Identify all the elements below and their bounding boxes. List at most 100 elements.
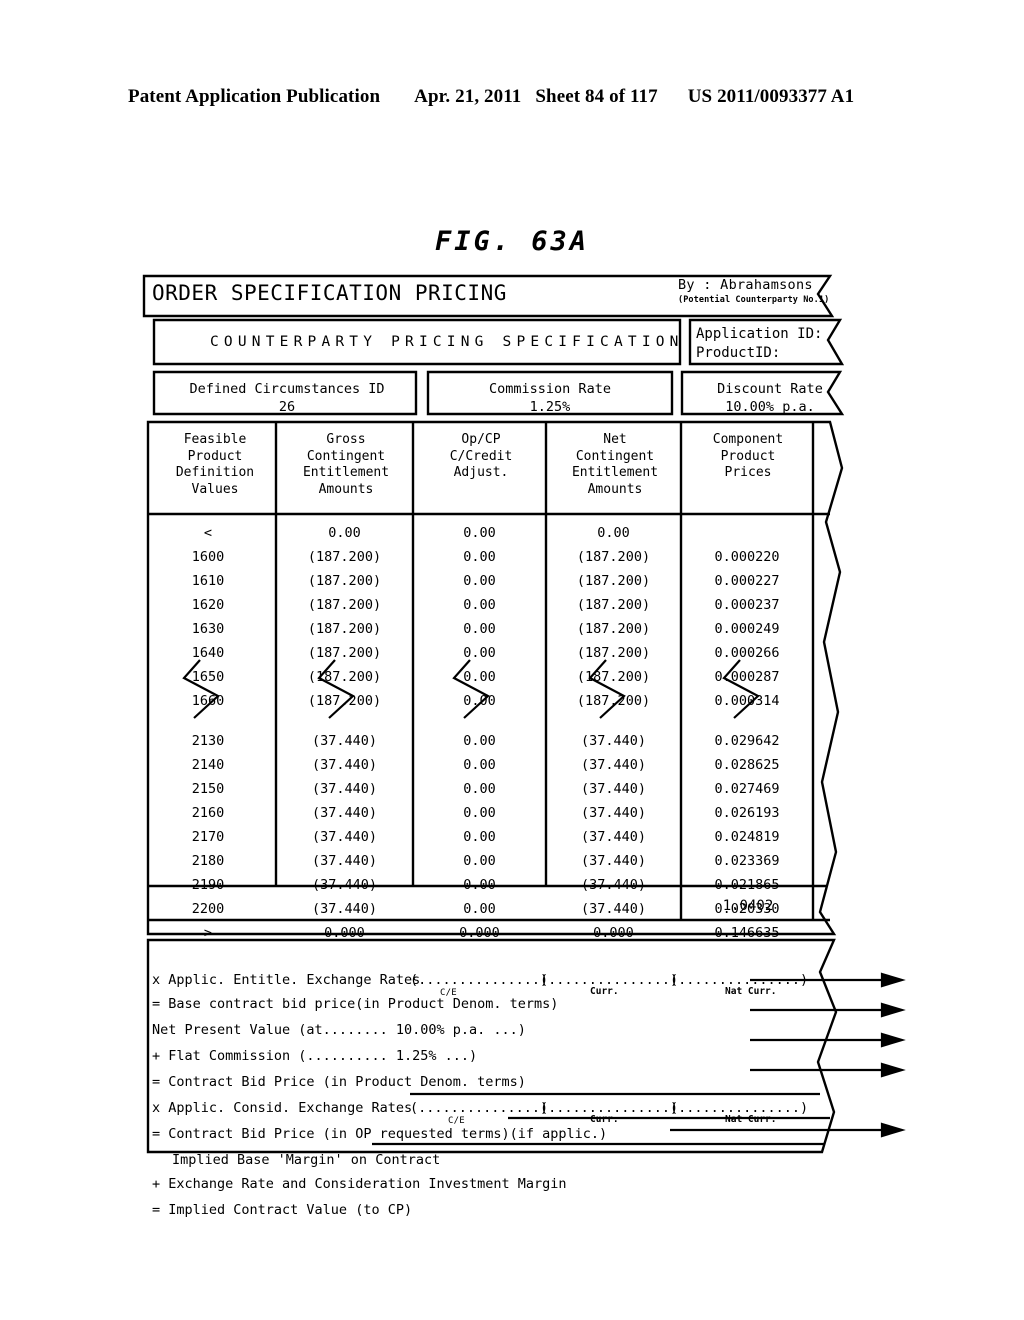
table-row: <0.00 0.00 0.00: [140, 521, 820, 545]
column-header-line: Op/CP: [461, 432, 501, 447]
discount-rate-field: Discount Rate 10.00% p.a.: [685, 380, 855, 416]
table-cell: 0.146635: [714, 925, 780, 941]
table-cell: 1640: [191, 645, 225, 661]
table-cell: 0.00: [463, 669, 496, 685]
table-cell: 1600: [191, 549, 225, 565]
commission-rate-label: Commission Rate: [489, 381, 611, 397]
table-row: 1620 (187.200) 0.00 (187.200) 0.000237: [140, 593, 820, 617]
table-cell: 1630: [191, 621, 225, 637]
application-id-label: Application ID:: [696, 326, 823, 342]
commission-rate-field: Commission Rate 1.25%: [430, 380, 670, 416]
column-header-line: Amounts: [587, 481, 643, 497]
table-rows-upper-block: <0.00 0.00 0.00 1600 (187.200) 0.00 (187.200) 0…: [140, 521, 820, 713]
table-cell: (37.440): [580, 733, 647, 749]
table-cell: (187.200): [576, 693, 651, 709]
column-header-line: Net: [603, 432, 627, 447]
sheet-number: Sheet 84 of 117: [535, 86, 658, 107]
defined-circumstances-value: 26: [278, 399, 296, 416]
defined-circumstances-label: Defined Circumstances ID: [189, 381, 385, 397]
table-cell: (187.200): [576, 621, 651, 637]
table-cell: 2170: [191, 829, 225, 845]
table-cell: (187.200): [307, 573, 382, 589]
table-cell: 0.000287: [714, 669, 780, 685]
column-header-line: Contingent: [575, 448, 655, 464]
ce-superscript-consid: C/E: [448, 1116, 465, 1126]
table-cell: 0.00: [463, 693, 496, 709]
table-cell: 0.00: [463, 645, 496, 661]
table-cell: 0.021865: [714, 877, 780, 893]
table-cell: 1620: [191, 597, 225, 613]
footer-line-implied-contract-value: = Implied Contract Value (to CP): [152, 1202, 413, 1218]
table-cell: (37.440): [580, 877, 647, 893]
table-cell: 2150: [191, 781, 225, 797]
column-header-line: C/Credit: [449, 448, 513, 464]
form-author-subtitle: (Potential Counterparty No.1): [678, 295, 830, 305]
publication-date: Apr. 21, 2011: [414, 86, 522, 107]
table-row: 2150 (37.440) 0.00 (37.440) 0.027469: [140, 777, 820, 801]
discount-rate-value: 10.00% p.a.: [725, 399, 815, 416]
column-header-component-product-prices: Component Product Prices: [684, 432, 812, 482]
table-cell: (187.200): [576, 597, 651, 613]
footer-line-flat-commission: + Flat Commission (.......... 1.25% ...): [152, 1048, 478, 1064]
patent-page-header: Patent Application Publication Apr. 21, …: [128, 86, 908, 108]
table-cell: (37.440): [311, 853, 378, 869]
table-cell: 0.027469: [714, 781, 780, 797]
column-header-line: Contingent: [306, 448, 386, 464]
table-cell: 1660: [191, 693, 225, 709]
column-header-net-contingent-entitlement-amounts: Net Contingent Entitlement Amounts: [549, 432, 681, 499]
table-row: 1610 (187.200) 0.00 (187.200) 0.000227: [140, 569, 820, 593]
table-row: >0.000 0.000 0.000 0.146635: [140, 921, 820, 945]
footer-line-implied-base-margin: Implied Base 'Margin' on Contract: [172, 1152, 441, 1168]
table-cell: >: [203, 925, 213, 941]
table-cell: 0.00: [328, 525, 361, 541]
column-header-line: Prices: [724, 465, 772, 481]
table-cell: 0.000: [459, 925, 500, 941]
figure-drawing: ORDER SPECIFICATION PRICING By : Abraham…: [140, 272, 906, 1218]
defined-circumstances-field: Defined Circumstances ID 26: [158, 380, 416, 416]
table-cell: (37.440): [311, 877, 378, 893]
column-header-line: Product: [187, 448, 243, 464]
table-row: 1640 (187.200) 0.00 (187.200) 0.000266: [140, 641, 820, 665]
table-cell: (187.200): [576, 645, 651, 661]
table-cell: 0.00: [463, 781, 496, 797]
table-cell: 0.028625: [714, 757, 780, 773]
footer-line-applic-entitle-exchange-rates: x Applic. Entitle. Exchange Rates: [152, 972, 421, 988]
dotted-group-entitle-1: (...............): [410, 972, 549, 988]
column-header-line: Definition: [175, 465, 255, 481]
nat-curr-label-entitle: Nat Curr.: [725, 986, 777, 997]
table-cell: (37.440): [311, 757, 378, 773]
column-header-feasible-product-definition-values: Feasible Product Definition Values: [154, 432, 276, 499]
table-cell: 0.024819: [714, 829, 780, 845]
form-title: ORDER SPECIFICATION PRICING: [152, 281, 507, 305]
table-cell: (37.440): [311, 805, 378, 821]
publication-label: Patent Application Publication: [128, 86, 381, 107]
discount-rate-label: Discount Rate: [717, 381, 823, 397]
table-row: 1650 (187.200) 0.00 (187.200) 0.000287: [140, 665, 820, 689]
dotted-group-consid-1: (...............): [410, 1100, 549, 1116]
column-header-line: Component: [712, 432, 784, 447]
table-cell: 2160: [191, 805, 225, 821]
form-author-label: By : Abrahamsons: [678, 277, 813, 293]
table-cell: 0.023369: [714, 853, 780, 869]
table-cell: 0.000237: [714, 597, 780, 613]
table-cell: 0.00: [463, 621, 496, 637]
figure-label: FIG. 63A: [434, 226, 590, 257]
table-cell: (187.200): [576, 549, 651, 565]
table-cell: 0.00: [463, 805, 496, 821]
table-cell: (187.200): [307, 621, 382, 637]
table-cell: 0.000227: [714, 573, 780, 589]
table-cell: 0.00: [463, 597, 496, 613]
table-row: 2190 (37.440) 0.00 (37.440) 0.021865: [140, 873, 820, 897]
table-row: 2170 (37.440) 0.00 (37.440) 0.024819: [140, 825, 820, 849]
table-cell: 1610: [191, 573, 225, 589]
table-cell: (187.200): [576, 669, 651, 685]
table-cell: 0.00: [463, 829, 496, 845]
column-header-line: Product: [720, 448, 776, 464]
total-component-price-value: 1.0402: [722, 898, 774, 914]
table-cell: (37.440): [311, 901, 378, 917]
footer-line-net-present-value: Net Present Value (at........ 10.00% p.a…: [152, 1022, 526, 1038]
table-cell: (187.200): [307, 645, 382, 661]
table-cell: (187.200): [307, 597, 382, 613]
curr-label-entitle: Curr.: [590, 986, 619, 997]
commission-rate-value: 1.25%: [529, 399, 571, 416]
